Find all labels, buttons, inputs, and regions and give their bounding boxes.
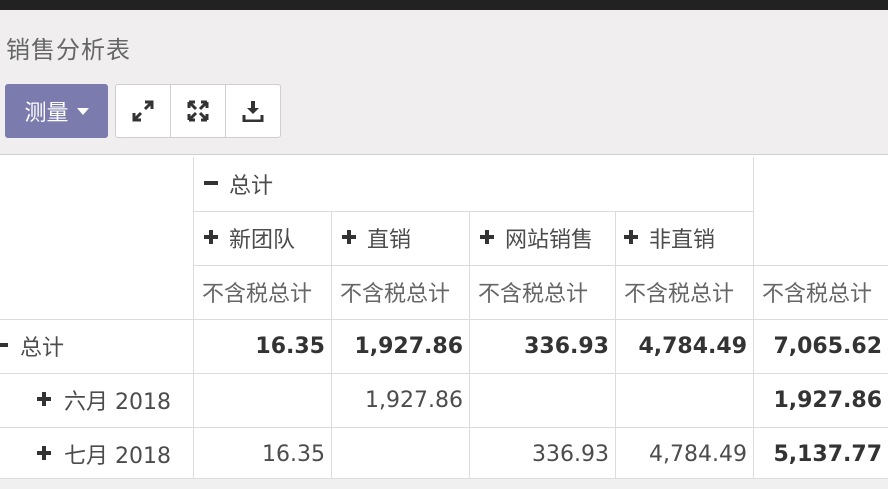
plus-icon bbox=[341, 226, 357, 251]
pivot-cell[interactable]: 4,784.49 bbox=[615, 427, 753, 481]
col-header-total-label: 总计 bbox=[229, 174, 274, 199]
grid-line bbox=[469, 211, 470, 481]
plus-icon bbox=[623, 226, 639, 251]
col-header-group-label: 网站销售 bbox=[505, 228, 594, 253]
row-header-label: 七月 2018 bbox=[64, 444, 171, 469]
row-header-total[interactable]: 总计 bbox=[0, 319, 193, 373]
col-header-group[interactable]: 新团队 bbox=[193, 211, 331, 265]
flip-axis-button[interactable] bbox=[170, 85, 225, 137]
minus-icon bbox=[203, 172, 219, 197]
grid-line bbox=[0, 319, 888, 320]
pivot-table: 总计 新团队 直销 网站销售 非直销 不含税总计 不含税总计 不含税总计 不含税… bbox=[0, 155, 888, 488]
col-header-group[interactable]: 直销 bbox=[331, 211, 469, 265]
grid-line bbox=[193, 211, 753, 212]
pivot-actions-group bbox=[115, 84, 281, 138]
measure-header[interactable]: 不含税总计 bbox=[615, 265, 753, 319]
measure-dropdown-button[interactable]: 测量 bbox=[5, 84, 108, 138]
pivot-total-cell[interactable]: 5,137.77 bbox=[753, 427, 888, 481]
grid-line bbox=[193, 265, 888, 266]
grid-line bbox=[331, 211, 332, 481]
row-header-label: 总计 bbox=[20, 336, 65, 361]
measure-header-total[interactable]: 不含税总计 bbox=[753, 265, 888, 319]
plus-icon bbox=[36, 442, 52, 467]
plus-icon bbox=[479, 226, 495, 251]
measure-header[interactable]: 不含税总计 bbox=[193, 265, 331, 319]
pivot-cell[interactable]: 1,927.86 bbox=[331, 373, 469, 427]
col-header-total[interactable]: 总计 bbox=[193, 157, 753, 211]
flip-axis-icon bbox=[187, 100, 209, 122]
pivot-cell[interactable]: 336.93 bbox=[469, 427, 615, 481]
row-header[interactable]: 六月 2018 bbox=[0, 373, 193, 427]
pivot-cell[interactable]: 336.93 bbox=[469, 319, 615, 373]
download-button[interactable] bbox=[225, 85, 280, 137]
col-header-group-label: 新团队 bbox=[229, 228, 296, 253]
pivot-total-cell[interactable]: 7,065.62 bbox=[753, 319, 888, 373]
pivot-cell[interactable]: 1,927.86 bbox=[331, 319, 469, 373]
pivot-cell[interactable]: 16.35 bbox=[193, 427, 331, 481]
top-navbar bbox=[0, 0, 888, 10]
expand-icon bbox=[132, 100, 154, 122]
page-title: 销售分析表 bbox=[6, 36, 131, 64]
grid-line bbox=[615, 211, 616, 481]
bottom-strip bbox=[0, 478, 888, 489]
grid-line bbox=[0, 373, 888, 374]
measure-header[interactable]: 不含税总计 bbox=[331, 265, 469, 319]
plus-icon bbox=[203, 226, 219, 251]
caret-down-icon bbox=[76, 107, 89, 115]
row-header[interactable]: 七月 2018 bbox=[0, 427, 193, 481]
pivot-cell[interactable] bbox=[193, 373, 331, 427]
minus-icon bbox=[0, 334, 8, 359]
measure-header[interactable]: 不含税总计 bbox=[469, 265, 615, 319]
download-icon bbox=[242, 101, 264, 122]
expand-all-button[interactable] bbox=[116, 85, 170, 137]
pivot-cell[interactable] bbox=[615, 373, 753, 427]
col-header-group[interactable]: 非直销 bbox=[615, 211, 753, 265]
pivot-cell[interactable] bbox=[331, 427, 469, 481]
grid-line bbox=[0, 427, 888, 428]
col-header-group[interactable]: 网站销售 bbox=[469, 211, 615, 265]
pivot-cell[interactable]: 16.35 bbox=[193, 319, 331, 373]
col-header-group-label: 非直销 bbox=[649, 228, 716, 253]
pivot-total-cell[interactable]: 1,927.86 bbox=[753, 373, 888, 427]
row-header-label: 六月 2018 bbox=[64, 390, 171, 415]
pivot-cell[interactable]: 4,784.49 bbox=[615, 319, 753, 373]
measure-label: 测量 bbox=[24, 101, 69, 126]
plus-icon bbox=[36, 388, 52, 413]
col-header-group-label: 直销 bbox=[367, 228, 412, 253]
pivot-cell[interactable] bbox=[469, 373, 615, 427]
